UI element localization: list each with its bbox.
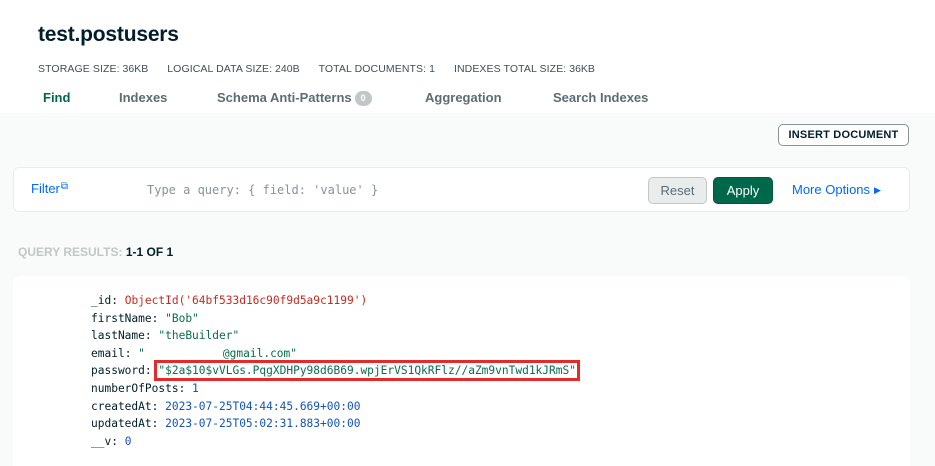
more-options-toggle[interactable]: More Options ▶ xyxy=(792,182,881,197)
filter-docs-link[interactable]: Filter⧉ xyxy=(31,181,69,196)
field-row-updatedat[interactable]: updatedAt: 2023-07-25T05:02:31.883+00:00 xyxy=(91,415,576,433)
field-key: updatedAt xyxy=(91,417,152,431)
email-value-start: " xyxy=(138,346,145,360)
tab-schema-anti-patterns[interactable]: Schema Anti-Patterns 0 xyxy=(217,90,372,106)
collection-header: test.postusers STORAGE SIZE: 36KB LOGICAL… xyxy=(0,0,935,113)
field-value: 2023-07-25T05:02:31.883+00:00 xyxy=(165,417,361,431)
caret-right-icon: ▶ xyxy=(874,185,881,195)
field-key: _id xyxy=(91,294,112,307)
field-key: __v xyxy=(91,434,112,448)
query-results-summary: QUERY RESULTS: 1-1 OF 1 xyxy=(18,245,173,259)
filter-label: Filter xyxy=(31,181,60,196)
field-row-lastname[interactable]: lastName: "theBuilder" xyxy=(91,327,576,345)
field-row-createdat[interactable]: createdAt: 2023-07-25T04:44:45.669+00:00 xyxy=(91,398,576,416)
stat-total-documents: TOTAL DOCUMENTS: 1 xyxy=(318,63,435,75)
compass-documents-view: test.postusers STORAGE SIZE: 36KB LOGICAL… xyxy=(0,0,935,466)
field-value: 0 xyxy=(124,434,132,448)
tab-indexes[interactable]: Indexes xyxy=(119,90,167,105)
reset-button[interactable]: Reset xyxy=(648,177,707,204)
field-row-numberofposts[interactable]: numberOfPosts: 1 xyxy=(91,380,576,398)
field-value: "theBuilder" xyxy=(158,329,240,343)
tab-search-indexes[interactable]: Search Indexes xyxy=(553,90,648,105)
field-row-id[interactable]: _id: ObjectId('64bf533d16c90f9d5a9c1199'… xyxy=(91,292,576,310)
field-key: email xyxy=(91,346,125,360)
tab-find[interactable]: Find xyxy=(43,90,70,105)
field-row-firstname[interactable]: firstName: "Bob" xyxy=(91,310,576,328)
tab-aggregation[interactable]: Aggregation xyxy=(425,90,502,105)
field-value: " @gmail.com" xyxy=(138,347,297,360)
stat-storage-size: STORAGE SIZE: 36KB xyxy=(38,63,149,75)
email-value-end: @gmail.com" xyxy=(222,346,298,360)
field-row-password[interactable]: password: "$2a$10$vVLGs.PqgXDHPy98d6B69.… xyxy=(91,360,580,382)
field-value: "Bob" xyxy=(165,311,199,325)
field-key: createdAt xyxy=(91,399,152,413)
anti-patterns-count-badge: 0 xyxy=(354,91,372,106)
collection-title: test.postusers xyxy=(38,23,179,46)
field-value: 2023-07-25T04:44:45.669+00:00 xyxy=(165,399,361,413)
insert-document-button[interactable]: INSERT DOCUMENT xyxy=(778,124,909,146)
more-options-label: More Options xyxy=(792,182,871,197)
query-results-label: QUERY RESULTS: xyxy=(18,245,123,259)
field-key: firstName xyxy=(91,311,152,325)
field-row-email[interactable]: email: " @gmail.com" xyxy=(91,345,576,363)
field-key: password xyxy=(91,364,145,378)
field-value: 1 xyxy=(192,381,199,395)
query-input[interactable] xyxy=(147,179,627,201)
query-results-range: 1-1 OF 1 xyxy=(125,245,174,259)
apply-button[interactable]: Apply xyxy=(713,177,773,204)
field-key: numberOfPosts xyxy=(91,381,179,395)
field-key: lastName xyxy=(91,329,145,343)
tab-schema-anti-patterns-label: Schema Anti-Patterns xyxy=(217,90,352,105)
field-value: ObjectId('64bf533d16c90f9d5a9c1199') xyxy=(124,294,368,307)
external-link-icon: ⧉ xyxy=(60,181,69,192)
collection-stats: STORAGE SIZE: 36KB LOGICAL DATA SIZE: 240… xyxy=(38,63,614,75)
field-row-v[interactable]: __v: 0 xyxy=(91,433,576,451)
stat-logical-data-size: LOGICAL DATA SIZE: 240B xyxy=(167,63,300,75)
stat-indexes-total-size: INDEXES TOTAL SIZE: 36KB xyxy=(453,63,595,75)
password-hash-value: "$2a$10$vVLGs.PqgXDHPy98d6B69.wpjErVS1Qk… xyxy=(154,360,580,382)
query-bar: Filter⧉ Reset Apply More Options▶ xyxy=(13,167,910,212)
collection-tabs: Find Indexes Schema Anti-Patterns 0 Aggre… xyxy=(0,90,935,113)
document-fields: _id: ObjectId('64bf533d16c90f9d5a9c1199'… xyxy=(91,292,580,451)
